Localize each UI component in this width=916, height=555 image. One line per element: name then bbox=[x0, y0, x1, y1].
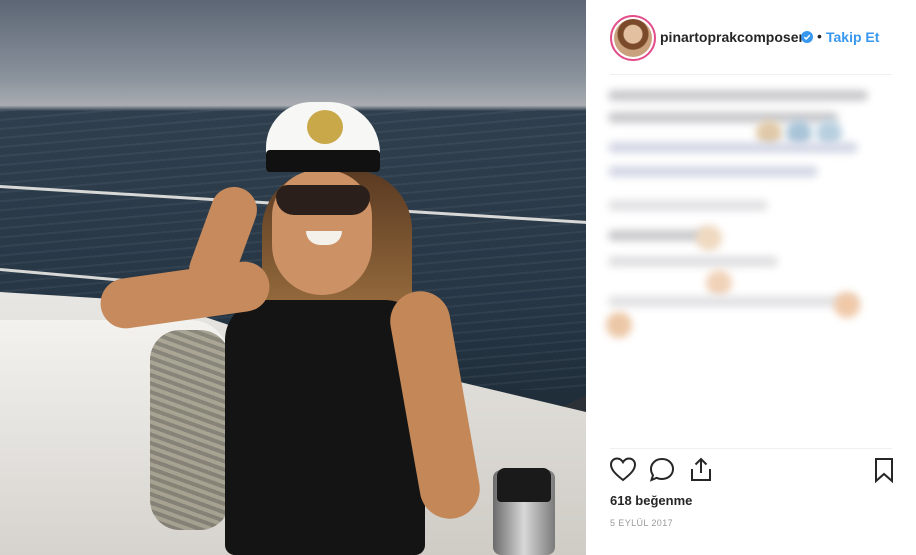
comments-section-blurred bbox=[586, 80, 916, 360]
coiled-rope bbox=[150, 330, 230, 530]
bookmark-icon[interactable] bbox=[869, 455, 899, 485]
blurred-line bbox=[608, 90, 868, 101]
comment-icon[interactable] bbox=[647, 455, 677, 485]
blurred-line bbox=[608, 142, 858, 153]
heart-icon[interactable] bbox=[608, 455, 638, 485]
username-link[interactable]: pinartoprakcomposer bbox=[660, 29, 804, 45]
verified-badge-icon bbox=[801, 31, 813, 43]
water-bottle-cap bbox=[497, 468, 551, 502]
post-actions bbox=[586, 455, 916, 489]
likes-count[interactable]: 618 beğenme bbox=[610, 493, 692, 508]
blurred-line bbox=[608, 230, 708, 241]
follow-button[interactable]: Takip Et bbox=[826, 29, 879, 45]
post-header: pinartoprakcomposer • Takip Et bbox=[586, 0, 916, 74]
captain-hat-band bbox=[266, 150, 380, 172]
blurred-emoji bbox=[606, 312, 632, 338]
post-date[interactable]: 5 EYLÜL 2017 bbox=[610, 518, 673, 528]
blurred-line bbox=[608, 296, 858, 307]
blurred-emoji bbox=[706, 270, 732, 296]
avatar[interactable] bbox=[610, 15, 656, 61]
avatar-image bbox=[614, 19, 652, 57]
post-photo[interactable] bbox=[0, 0, 586, 555]
blurred-emoji bbox=[696, 225, 722, 251]
post-side-panel: pinartoprakcomposer • Takip Et 618 beğen… bbox=[586, 0, 916, 555]
blurred-line bbox=[608, 200, 768, 211]
share-icon[interactable] bbox=[686, 455, 716, 485]
header-separator: • bbox=[817, 28, 822, 44]
sunglasses bbox=[276, 185, 370, 215]
header-divider bbox=[610, 74, 892, 75]
captain-hat-badge bbox=[307, 110, 343, 144]
blurred-emoji bbox=[834, 292, 860, 318]
blurred-line bbox=[608, 256, 778, 267]
blurred-line bbox=[608, 166, 818, 177]
actions-divider bbox=[610, 448, 892, 449]
